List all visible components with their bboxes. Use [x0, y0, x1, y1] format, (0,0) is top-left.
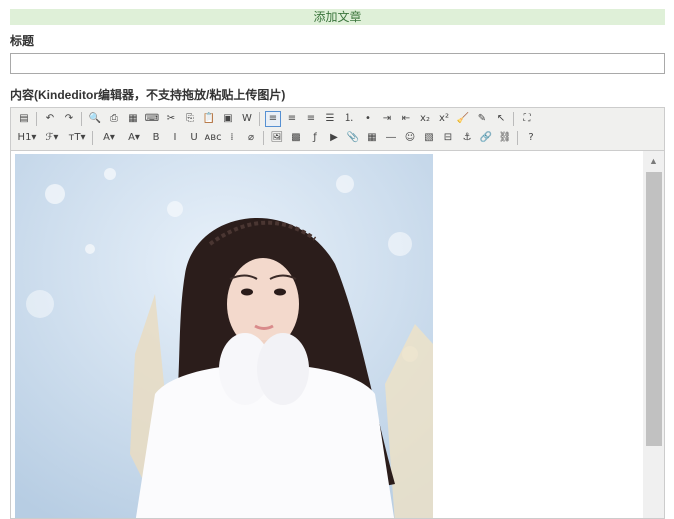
scroll-up-arrow-icon[interactable]: ▲: [643, 153, 664, 169]
content-label: 内容(Kindeditor编辑器，不支持拖放/粘贴上传图片): [10, 88, 286, 102]
toolbar-separator: [513, 112, 514, 126]
editor-content-area[interactable]: ▲: [11, 151, 664, 518]
unordered-list-icon[interactable]: •: [360, 111, 376, 127]
toolbar-row-1: ▤ ↶ ↷ 🔍 ⎙ ▦ ⌨ ✂ ⎘ 📋 ▣ W ≡ ≡ ≡ ☰ ⒈ • ⇥ ⇤ x₂ x² 🧹 ✎ ↖ ⛶: [14, 110, 536, 128]
baidu-map-icon[interactable]: ▧: [421, 130, 437, 146]
highlight-color-icon[interactable]: A▾: [123, 130, 145, 146]
about-icon[interactable]: ?: [523, 130, 539, 146]
horizontal-rule-icon[interactable]: ―: [383, 130, 399, 146]
redo-icon[interactable]: ↷: [61, 111, 77, 127]
undo-icon[interactable]: ↶: [42, 111, 58, 127]
kindeditor: ▤ ↶ ↷ 🔍 ⎙ ▦ ⌨ ✂ ⎘ 📋 ▣ W ≡ ≡ ≡ ☰ ⒈ • ⇥ ⇤ x₂ x² 🧹 ✎ ↖ ⛶ H1▾ ℱ▾ ᴛT▾ A▾ A…: [10, 107, 665, 519]
content-image[interactable]: [15, 154, 433, 518]
superscript-icon[interactable]: x²: [436, 111, 452, 127]
toolbar-separator: [259, 112, 260, 126]
paste-icon[interactable]: 📋: [201, 111, 217, 127]
toolbar-separator: [517, 131, 518, 145]
portrait-photo: [15, 154, 433, 518]
ordered-list-icon[interactable]: ⒈: [341, 111, 357, 127]
bold-icon[interactable]: B: [148, 130, 164, 146]
strikethrough-icon[interactable]: ᴀʙᴄ: [204, 130, 221, 146]
preview-icon[interactable]: 🔍: [87, 111, 103, 127]
flash-icon[interactable]: ƒ: [307, 130, 323, 146]
toolbar-separator: [263, 131, 264, 145]
font-size-icon[interactable]: ᴛT▾: [66, 130, 88, 146]
code-icon[interactable]: ⌨: [144, 111, 160, 127]
source-icon[interactable]: ▤: [16, 111, 32, 127]
multi-image-icon[interactable]: ▩: [288, 130, 304, 146]
align-justify-icon[interactable]: ☰: [322, 111, 338, 127]
heading-icon[interactable]: H1▾: [16, 130, 38, 146]
anchor-icon[interactable]: ⚓: [459, 130, 475, 146]
toolbar-separator: [36, 112, 37, 126]
underline-icon[interactable]: U: [186, 130, 202, 146]
font-color-icon[interactable]: A▾: [98, 130, 120, 146]
template-icon[interactable]: ▦: [125, 111, 141, 127]
select-all-icon[interactable]: ↖: [493, 111, 509, 127]
remove-format-icon[interactable]: ⌀: [243, 130, 259, 146]
font-family-icon[interactable]: ℱ▾: [41, 130, 63, 146]
title-input[interactable]: [10, 53, 665, 74]
scrollbar-thumb[interactable]: [646, 172, 662, 446]
clear-format-icon[interactable]: 🧹: [455, 111, 471, 127]
emoticons-icon[interactable]: ☺: [402, 130, 418, 146]
fullscreen-icon[interactable]: ⛶: [519, 111, 535, 127]
page-break-icon[interactable]: ⊟: [440, 130, 456, 146]
italic-icon[interactable]: I: [167, 130, 183, 146]
title-label: 标题: [10, 34, 35, 48]
align-center-icon[interactable]: ≡: [284, 111, 300, 127]
cut-icon[interactable]: ✂: [163, 111, 179, 127]
media-icon[interactable]: ▶: [326, 130, 342, 146]
paste-plain-icon[interactable]: ▣: [220, 111, 236, 127]
paste-word-icon[interactable]: W: [239, 111, 255, 127]
indent-icon[interactable]: ⇥: [379, 111, 395, 127]
copy-icon[interactable]: ⎘: [182, 111, 198, 127]
insert-file-icon[interactable]: 📎: [345, 130, 361, 146]
unlink-icon[interactable]: ⛓: [497, 130, 513, 146]
editor-scrollbar[interactable]: ▲: [643, 151, 664, 518]
link-icon[interactable]: 🔗: [478, 130, 494, 146]
page-header: 添加文章: [10, 9, 665, 25]
subscript-icon[interactable]: x₂: [417, 111, 433, 127]
outdent-icon[interactable]: ⇤: [398, 111, 414, 127]
toolbar-separator: [81, 112, 82, 126]
align-left-icon[interactable]: ≡: [265, 111, 281, 127]
image-icon[interactable]: 🖼: [269, 130, 285, 146]
toolbar-separator: [92, 131, 93, 145]
toolbar-row-2: H1▾ ℱ▾ ᴛT▾ A▾ A▾ B I Uᴀʙᴄ ⁞ ⌀ 🖼 ▩ ƒ ▶ 📎 ▦ ― ☺ ▧ ⊟ ⚓ 🔗 ⛓?: [14, 129, 540, 147]
line-height-icon[interactable]: ⁞: [224, 130, 240, 146]
quick-format-icon[interactable]: ✎: [474, 111, 490, 127]
table-icon[interactable]: ▦: [364, 130, 380, 146]
print-icon[interactable]: ⎙: [106, 111, 122, 127]
align-right-icon[interactable]: ≡: [303, 111, 319, 127]
editor-toolbar: ▤ ↶ ↷ 🔍 ⎙ ▦ ⌨ ✂ ⎘ 📋 ▣ W ≡ ≡ ≡ ☰ ⒈ • ⇥ ⇤ x₂ x² 🧹 ✎ ↖ ⛶ H1▾ ℱ▾ ᴛT▾ A▾ A…: [11, 108, 664, 151]
